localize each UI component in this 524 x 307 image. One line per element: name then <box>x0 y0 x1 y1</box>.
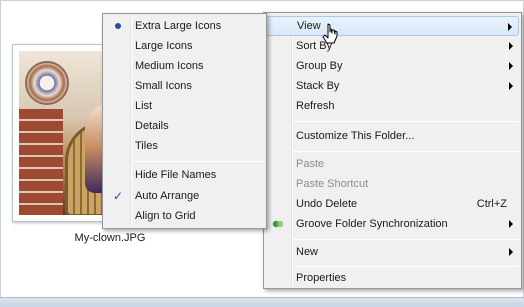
groove-sync-icon <box>272 220 284 228</box>
view-option-label: Auto Arrange <box>135 190 200 202</box>
context-menu: View Sort By Group By Stack By Refresh C… <box>263 12 522 289</box>
menu-separator <box>292 239 519 240</box>
menu-item-sort-by[interactable]: Sort By <box>266 36 519 56</box>
view-option-label: Align to Grid <box>135 210 196 222</box>
keyboard-shortcut: Ctrl+Z <box>476 198 507 210</box>
view-option-label: List <box>135 100 153 112</box>
menu-item-refresh-label: Refresh <box>296 100 335 112</box>
menu-separator <box>131 161 264 162</box>
radio-bullet-icon <box>115 23 121 29</box>
menu-item-undo-delete-label: Undo Delete <box>296 198 358 210</box>
menu-item-view-label: View <box>297 20 321 32</box>
view-option-details[interactable]: Details <box>105 116 264 136</box>
menu-item-refresh[interactable]: Refresh <box>266 96 519 116</box>
submenu-arrow-icon <box>508 23 512 31</box>
view-option-label: Hide File Names <box>135 169 217 181</box>
view-option-list[interactable]: List <box>105 96 264 116</box>
menu-item-groove-sync[interactable]: Groove Folder Synchronization <box>266 214 519 234</box>
view-option-medium-icons[interactable]: Medium Icons <box>105 56 264 76</box>
menu-item-group-by-label: Group By <box>296 60 343 72</box>
brick-wall <box>19 109 63 215</box>
menu-item-view[interactable]: View <box>266 16 519 36</box>
submenu-arrow-icon <box>509 62 513 70</box>
view-option-tiles[interactable]: Tiles <box>105 136 264 156</box>
view-option-extra-large-icons[interactable]: Extra Large Icons <box>105 16 264 36</box>
menu-separator <box>292 151 519 152</box>
view-option-label: Medium Icons <box>135 60 204 72</box>
menu-item-stack-by[interactable]: Stack By <box>266 76 519 96</box>
view-option-label: Small Icons <box>135 80 192 92</box>
menu-item-stack-by-label: Stack By <box>296 80 340 92</box>
view-option-hide-file-names[interactable]: Hide File Names <box>105 165 264 185</box>
submenu-arrow-icon <box>509 42 513 50</box>
submenu-arrow-icon <box>509 82 513 90</box>
menu-item-groove-label: Groove Folder Synchronization <box>296 218 448 230</box>
file-name-label[interactable]: My-clown.JPG <box>60 232 160 244</box>
menu-item-customize-folder[interactable]: Customize This Folder... <box>266 126 519 146</box>
view-option-label: Extra Large Icons <box>135 20 222 32</box>
submenu-arrow-icon <box>509 220 513 228</box>
view-option-label: Details <box>135 120 169 132</box>
view-option-label: Tiles <box>135 140 158 152</box>
menu-item-paste: Paste <box>266 154 519 174</box>
menu-item-customize-label: Customize This Folder... <box>296 130 415 142</box>
menu-separator <box>292 121 519 122</box>
decorative-plate <box>25 61 69 105</box>
view-option-align-to-grid[interactable]: Align to Grid <box>105 206 264 226</box>
menu-item-new-label: New <box>296 246 319 258</box>
view-option-label: Large Icons <box>135 40 193 52</box>
submenu-arrow-icon <box>509 248 513 256</box>
menu-item-paste-label: Paste <box>296 158 325 170</box>
view-option-small-icons[interactable]: Small Icons <box>105 76 264 96</box>
menu-item-properties[interactable]: Properties <box>266 268 519 288</box>
menu-item-group-by[interactable]: Group By <box>266 56 519 76</box>
checkmark-icon: ✓ <box>113 189 124 203</box>
view-option-large-icons[interactable]: Large Icons <box>105 36 264 56</box>
view-submenu: Extra Large Icons Large Icons Medium Ico… <box>102 13 267 229</box>
menu-separator <box>292 266 519 267</box>
mouse-pointer-icon <box>322 23 338 44</box>
menu-item-paste-shortcut-label: Paste Shortcut <box>296 178 369 190</box>
menu-item-properties-label: Properties <box>296 272 347 284</box>
menu-item-undo-delete[interactable]: Undo Delete Ctrl+Z <box>266 194 519 214</box>
view-option-auto-arrange[interactable]: ✓ Auto Arrange <box>105 186 264 206</box>
status-bar <box>0 297 524 307</box>
menu-item-paste-shortcut: Paste Shortcut <box>266 174 519 194</box>
menu-item-new[interactable]: New <box>266 242 519 262</box>
